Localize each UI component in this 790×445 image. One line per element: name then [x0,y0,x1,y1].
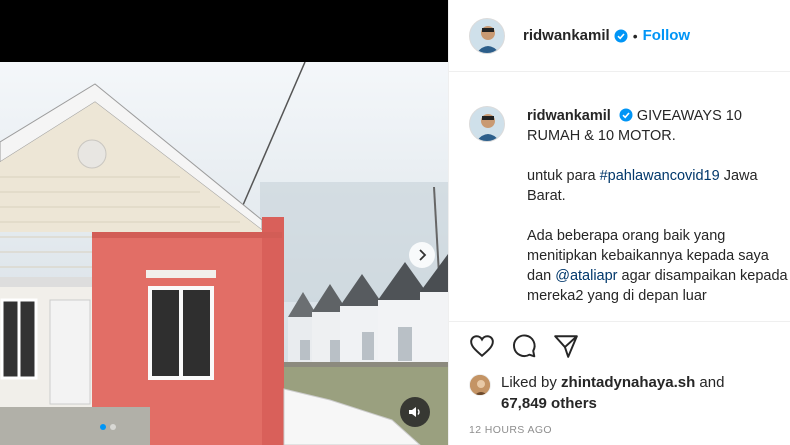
others-count-link[interactable]: 67,849 others [501,395,597,412]
avatar-image [470,107,504,141]
avatar[interactable] [469,17,505,54]
chevron-right-icon [419,249,427,261]
paper-plane-icon[interactable] [553,333,579,359]
post-media[interactable] [0,0,448,445]
carousel-dot [110,424,116,430]
separator: • [632,27,638,44]
follow-button[interactable]: Follow [643,27,691,44]
carousel-indicator [100,424,116,430]
caption-avatar[interactable] [469,106,505,142]
carousel-dot [100,424,106,430]
liked-by-user-link[interactable]: zhintadynahaya.sh [561,374,695,391]
heart-icon[interactable] [469,333,495,359]
liker-avatar[interactable] [469,374,491,396]
verified-badge-icon [614,29,628,42]
caption-line: untuk para [527,168,600,184]
avatar-image [470,18,504,53]
next-slide-button[interactable] [409,242,435,268]
speaker-icon [409,407,420,417]
liked-by-label: Liked by [501,374,557,391]
liked-by-and: and [699,374,725,391]
post-header: ridwankamil • Follow [449,0,790,72]
audio-toggle-button[interactable] [400,397,430,427]
post-timestamp[interactable]: 12 HOURS AGO [469,424,552,436]
verified-badge-icon [619,108,633,122]
mention-link[interactable]: @ataliapr [555,268,617,284]
action-bar [469,333,579,359]
post-details: ridwankamil • Follow ridwankamil GIVEAWA… [448,0,790,445]
hashtag-link[interactable]: #pahlawancovid19 [600,168,720,184]
caption-scroll[interactable]: ridwankamil GIVEAWAYS 10 RUMAH & 10 MOTO… [449,72,790,322]
caption-username[interactable]: ridwankamil [527,108,611,124]
house-photo [0,62,448,445]
caption-text: ridwankamil GIVEAWAYS 10 RUMAH & 10 MOTO… [527,106,789,321]
author-username[interactable]: ridwankamil [523,27,610,44]
comment-icon[interactable] [511,333,537,359]
avatar-image [470,375,490,395]
